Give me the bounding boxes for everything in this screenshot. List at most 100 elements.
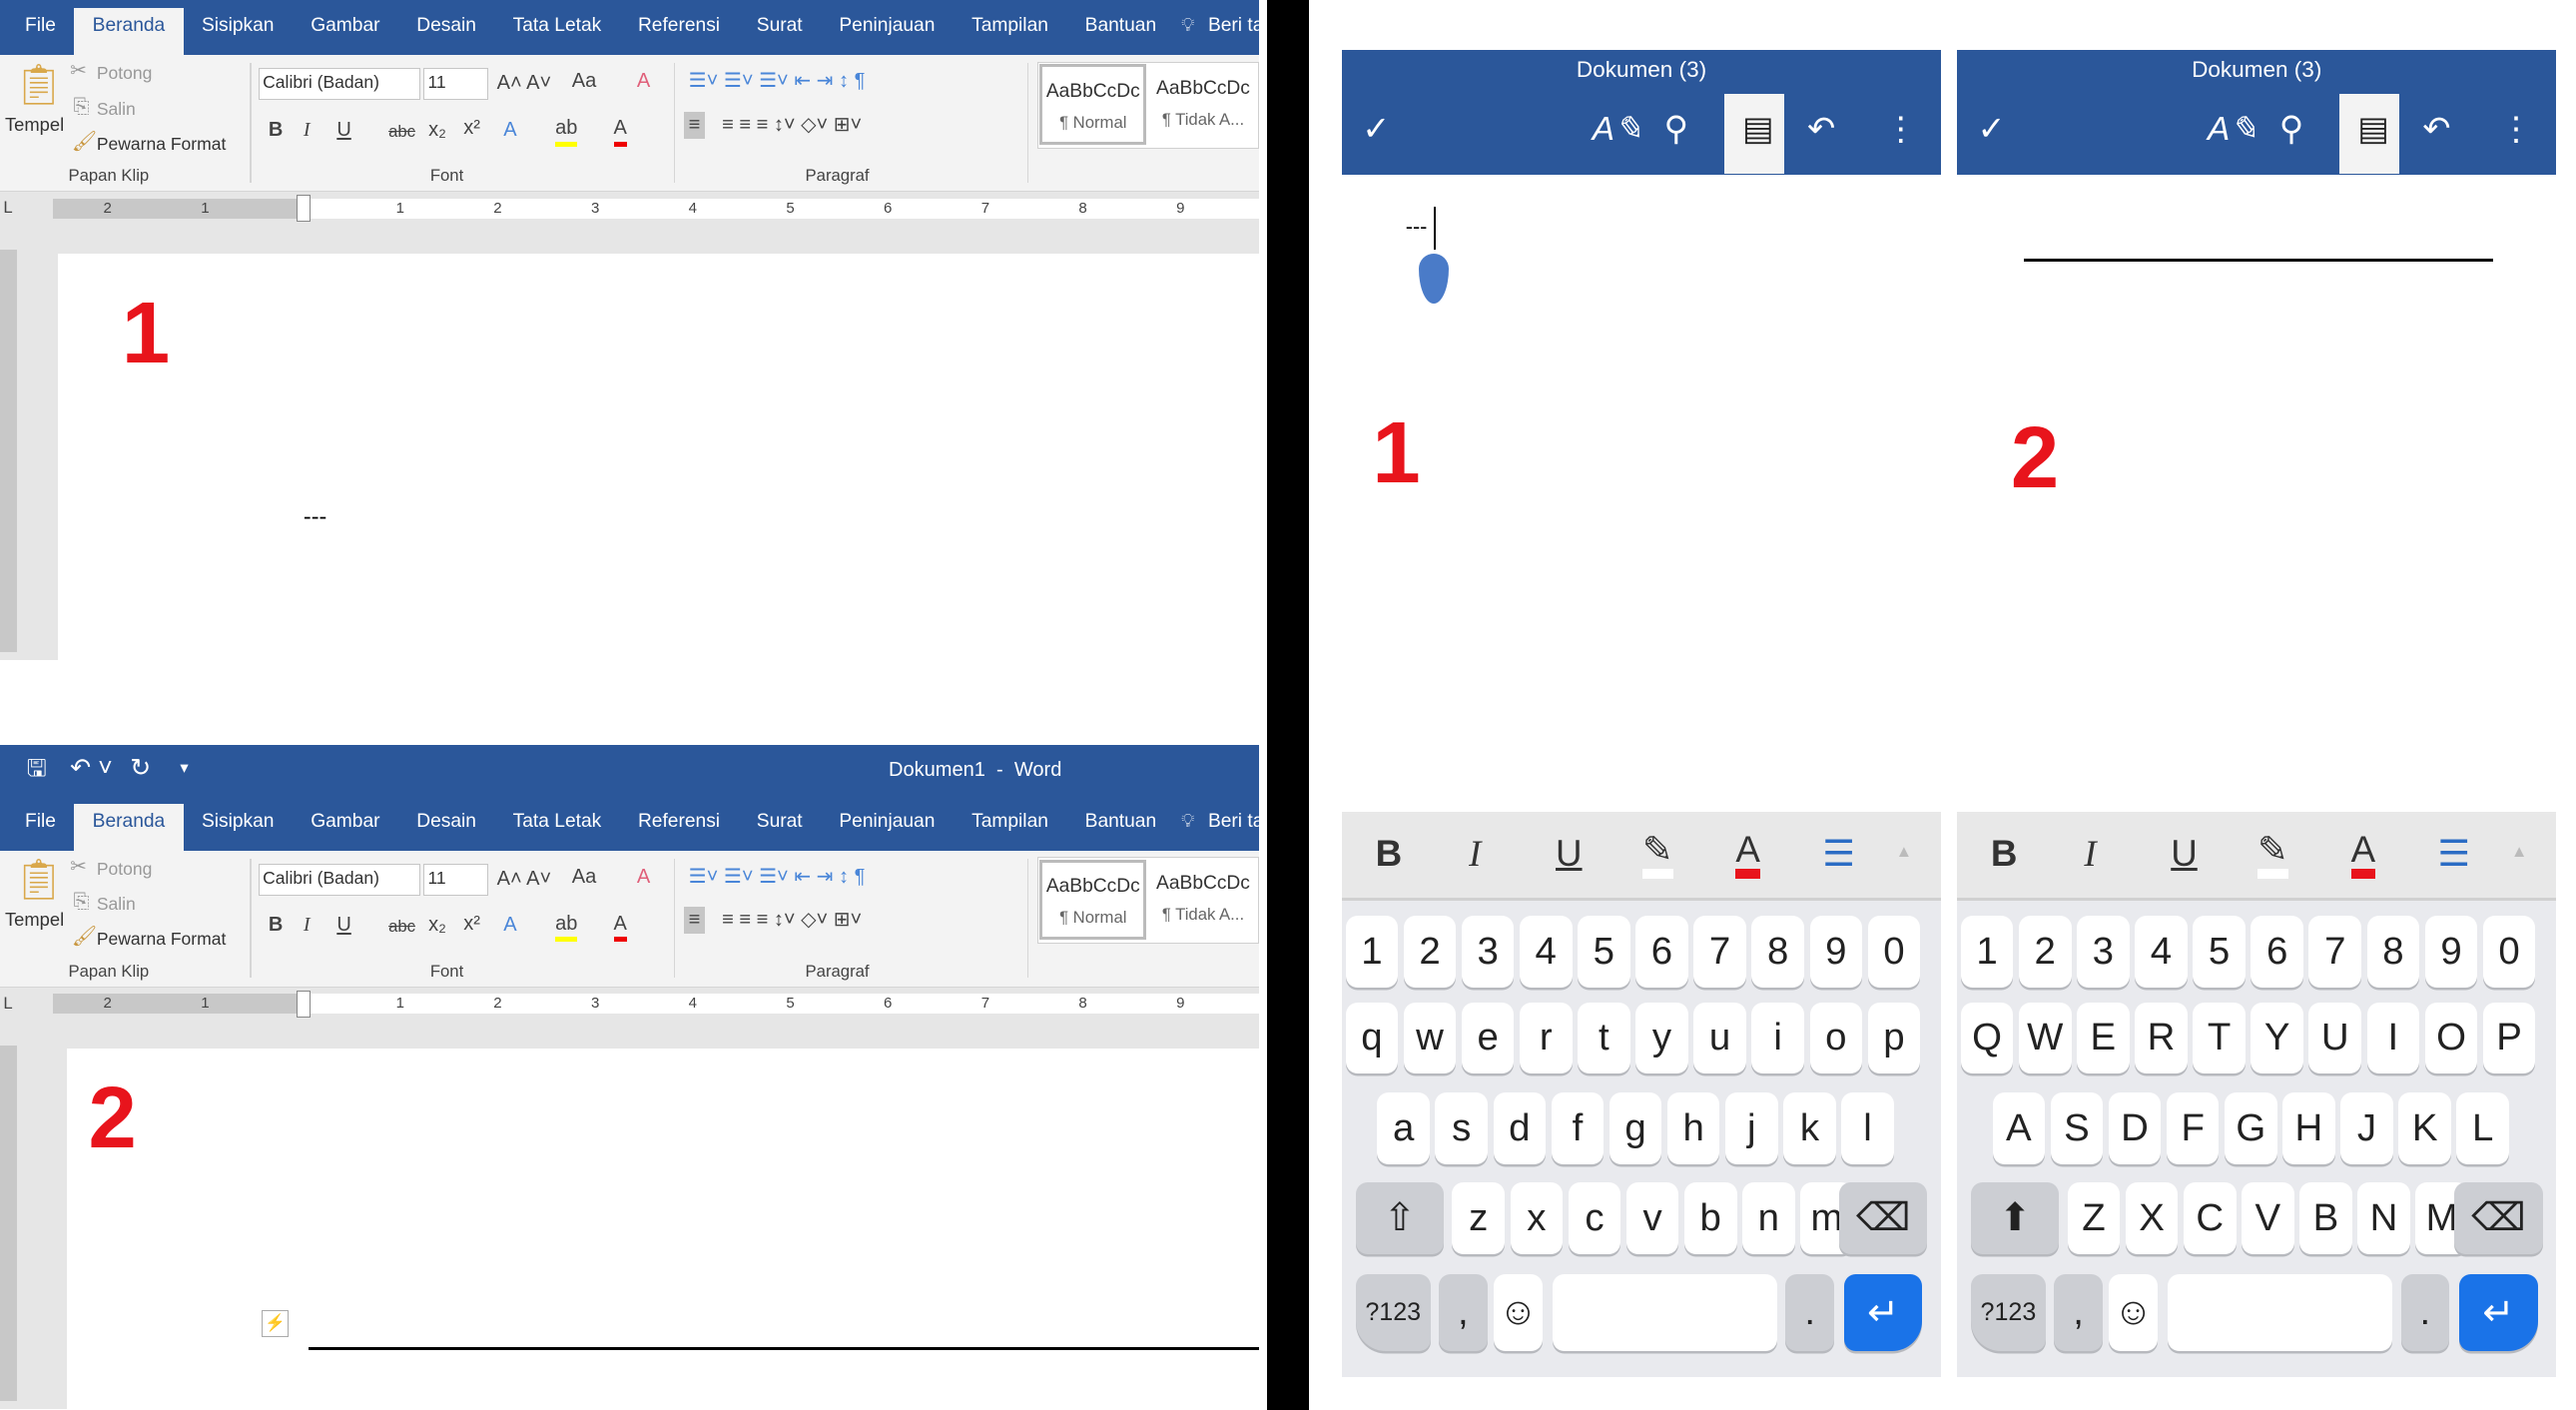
underline-button[interactable]: U: [2171, 832, 2198, 875]
highlight-icon[interactable]: ✎: [1641, 831, 1673, 879]
copy-icon[interactable]: ⎘: [73, 94, 89, 121]
highlight-icon[interactable]: ✎: [2257, 831, 2288, 879]
backspace-key[interactable]: ⌫: [1838, 1181, 1928, 1254]
comma-key[interactable]: ,: [1439, 1273, 1488, 1351]
done-check-icon[interactable]: ✓: [1978, 110, 2006, 150]
indent-marker[interactable]: [297, 990, 311, 1018]
key-3[interactable]: 3: [1461, 915, 1515, 988]
clear-format-icon[interactable]: A: [637, 864, 650, 891]
key-q[interactable]: q: [1345, 1002, 1399, 1074]
key-8[interactable]: 8: [1751, 915, 1804, 988]
autocorrect-options-icon[interactable]: ⚡: [262, 1310, 289, 1338]
key-L[interactable]: L: [2456, 1091, 2510, 1164]
cursor-handle-icon[interactable]: [1419, 253, 1450, 304]
copy-icon[interactable]: ⎘: [73, 889, 89, 916]
document-page[interactable]: 2 ⚡: [66, 1049, 1259, 1410]
redo-icon[interactable]: ↻: [130, 755, 151, 782]
symbols-key[interactable]: ?123: [1970, 1273, 2046, 1351]
strikethrough-button[interactable]: abc: [388, 914, 415, 941]
key-g[interactable]: g: [1609, 1091, 1662, 1164]
key-z[interactable]: z: [1452, 1181, 1506, 1254]
copy-button[interactable]: Salin: [97, 894, 136, 915]
tab-desain[interactable]: Desain: [398, 804, 494, 851]
italic-button[interactable]: I: [304, 117, 311, 144]
align-icons[interactable]: ≡ ≡ ≡ ↕˅ ◇˅ ⊞˅: [722, 112, 862, 139]
key-4[interactable]: 4: [1519, 915, 1573, 988]
grow-font-icon[interactable]: A˄ A˅: [497, 866, 552, 893]
style-normal[interactable]: AaBbCcDc ¶ Normal: [1039, 859, 1147, 941]
key-3[interactable]: 3: [2077, 915, 2130, 988]
subscript-icon[interactable]: x₂: [428, 117, 446, 144]
style-normal[interactable]: AaBbCcDc ¶ Normal: [1039, 64, 1147, 145]
font-color-icon[interactable]: A: [613, 115, 627, 147]
bold-button[interactable]: B: [1991, 832, 2018, 875]
tab-beranda[interactable]: Beranda: [74, 8, 184, 56]
format-painter-button[interactable]: Pewarna Format: [97, 929, 226, 950]
italic-button[interactable]: I: [304, 912, 311, 939]
copy-button[interactable]: Salin: [97, 99, 136, 120]
key-u[interactable]: u: [1693, 1002, 1746, 1074]
key-E[interactable]: E: [2077, 1002, 2130, 1074]
cut-icon[interactable]: ✂: [70, 58, 87, 85]
undo-icon[interactable]: ↶ ˅: [70, 755, 113, 782]
key-6[interactable]: 6: [2251, 915, 2303, 988]
emoji-key[interactable]: ☺: [1494, 1273, 1543, 1351]
grow-font-icon[interactable]: A˄ A˅: [497, 70, 552, 97]
tab-selector[interactable]: L: [3, 991, 12, 1018]
horizontal-ruler[interactable]: L 2 1 1 2 3 4 5 6 7 8 9: [0, 987, 1259, 1021]
font-color-icon[interactable]: A: [613, 911, 627, 943]
key-Z[interactable]: Z: [2067, 1181, 2121, 1254]
cut-button[interactable]: Potong: [97, 859, 153, 880]
bullet-list-icon[interactable]: ☰: [2437, 832, 2470, 875]
undo-icon[interactable]: ↶: [2422, 110, 2450, 150]
key-r[interactable]: r: [1519, 1002, 1573, 1074]
key-Y[interactable]: Y: [2251, 1002, 2303, 1074]
key-7[interactable]: 7: [2308, 915, 2362, 988]
align-icons[interactable]: ≡ ≡ ≡ ↕˅ ◇˅ ⊞˅: [722, 907, 862, 934]
key-w[interactable]: w: [1403, 1002, 1457, 1074]
more-options-icon[interactable]: ⋮: [2499, 110, 2532, 150]
format-painter-icon[interactable]: 🖌︎: [72, 129, 97, 156]
key-5[interactable]: 5: [2193, 915, 2246, 988]
key-7[interactable]: 7: [1693, 915, 1746, 988]
key-C[interactable]: C: [2183, 1181, 2237, 1254]
key-k[interactable]: k: [1783, 1091, 1836, 1164]
paste-icon[interactable]: 📋︎: [13, 857, 64, 904]
key-p[interactable]: p: [1867, 1002, 1921, 1074]
tab-tata-letak[interactable]: Tata Letak: [494, 8, 619, 55]
tab-peninjauan[interactable]: Peninjauan: [821, 804, 954, 851]
key-9[interactable]: 9: [1809, 915, 1863, 988]
key-d[interactable]: d: [1493, 1091, 1547, 1164]
key-x[interactable]: x: [1510, 1181, 1564, 1254]
indent-marker[interactable]: [297, 195, 311, 223]
key-I[interactable]: I: [2366, 1002, 2420, 1074]
paste-button[interactable]: Tempel: [5, 114, 64, 136]
enter-key[interactable]: ↵: [1843, 1273, 1923, 1351]
cut-icon[interactable]: ✂: [70, 854, 87, 881]
tab-referensi[interactable]: Referensi: [620, 8, 739, 55]
key-5[interactable]: 5: [1578, 915, 1630, 988]
more-options-icon[interactable]: ⋮: [1884, 110, 1917, 150]
tab-bantuan[interactable]: Bantuan: [1066, 8, 1174, 55]
bullet-list-icon[interactable]: ☰: [1822, 832, 1855, 875]
tab-surat[interactable]: Surat: [738, 8, 821, 55]
expand-toolbar-icon[interactable]: ▲: [1896, 842, 1913, 862]
subscript-icon[interactable]: x₂: [428, 912, 446, 939]
style-no-spacing[interactable]: AaBbCcDc ¶ Tidak A...: [1150, 64, 1257, 144]
customize-qat-icon[interactable]: ▾: [180, 755, 188, 782]
key-H[interactable]: H: [2282, 1091, 2335, 1164]
key-l[interactable]: l: [1841, 1091, 1894, 1164]
save-icon[interactable]: 🖫: [27, 755, 47, 782]
tab-gambar[interactable]: Gambar: [293, 8, 398, 55]
italic-button[interactable]: I: [1469, 832, 1481, 875]
key-0[interactable]: 0: [2482, 915, 2536, 988]
key-V[interactable]: V: [2242, 1181, 2294, 1254]
paste-icon[interactable]: 📋︎: [13, 62, 64, 109]
draw-icon[interactable]: A✎: [1593, 110, 1642, 150]
text-effects-icon[interactable]: A: [503, 117, 516, 144]
underline-button[interactable]: U: [336, 912, 350, 939]
key-e[interactable]: e: [1461, 1002, 1515, 1074]
space-key[interactable]: [2167, 1273, 2393, 1351]
symbols-key[interactable]: ?123: [1355, 1273, 1431, 1351]
key-a[interactable]: a: [1377, 1091, 1430, 1164]
